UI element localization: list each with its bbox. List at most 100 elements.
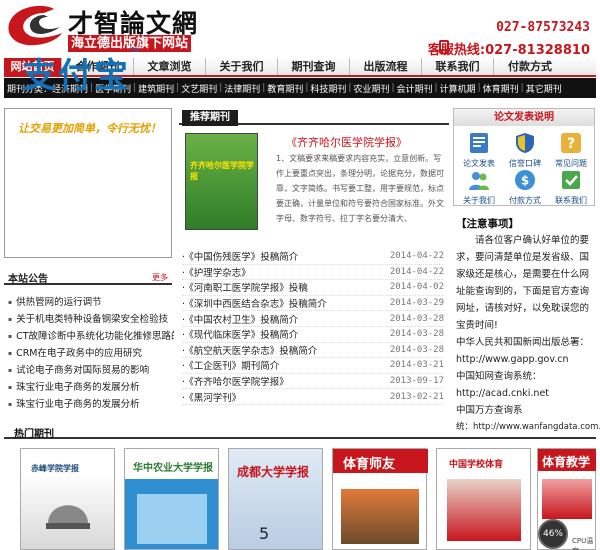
guide-item[interactable]: 信誉口碑 [505, 131, 545, 169]
notice-line: 中国知网查询系统： [456, 371, 542, 382]
cpu-label: CPU温度 [572, 537, 594, 550]
notice-text: 请各位客户确认好单位的要求，要问清楚单位是发省级、国家级还是核心，是需要在什么网… [456, 232, 600, 436]
journal-cover-title: 体育教学 [542, 455, 591, 469]
article-row[interactable]: 《中国伤残医学》投稿简介 2014-04-22 [182, 249, 444, 265]
article-title[interactable]: 《河南职工医学院学报》投稿 [182, 280, 308, 294]
site-logo-icon[interactable] [4, 3, 66, 49]
article-title[interactable]: 《航空航天医学杂志》投稿简介 [182, 343, 317, 357]
announcement-item[interactable]: CRM在电子政务中的应用研究 [8, 345, 174, 362]
article-date: 2013-09-17 [389, 376, 444, 387]
cpu-temperature-badge[interactable]: 46% [538, 519, 568, 549]
announcement-item[interactable]: 试论电子商务对国际贸易的影响 [8, 362, 174, 379]
article-title[interactable]: 《工企医刊》期刊简介 [182, 358, 279, 372]
journal-cover[interactable]: 中国学校体育 [436, 448, 531, 550]
announcement-item[interactable]: 珠宝行业电子商务的发展分析 [8, 396, 174, 413]
article-title[interactable]: 《中国伤残医学》投稿简介 [182, 249, 298, 263]
nav-journal-search[interactable]: 期刊查询 [278, 58, 350, 75]
category-item[interactable]: 计算机期 [440, 82, 476, 95]
article-title[interactable]: 《护理学杂志》 [182, 265, 251, 279]
phone-number: 027-87573243 [496, 20, 590, 35]
guide-item[interactable]: 论文发表 [459, 131, 499, 169]
nav-about[interactable]: 关于我们 [206, 58, 278, 75]
article-date: 2014-04-02 [389, 282, 444, 293]
journal-cover[interactable]: 赤峰学院学报 [20, 448, 115, 550]
guide-item[interactable]: 关于我们 [459, 168, 499, 206]
article-date: 2013-02-21 [389, 391, 444, 402]
article-title[interactable]: 《齐齐哈尔医学院学报》 [182, 374, 289, 388]
article-date: 2014-04-22 [389, 251, 444, 262]
article-row[interactable]: 《黑河学刊》 2013-02-21 [182, 389, 444, 405]
article-row[interactable]: 《航空航天医学杂志》投稿简介 2014-03-28 [182, 343, 444, 359]
journal-cover-title: 赤峰学院学报 [31, 464, 79, 473]
hot-title: 热门期刊 [14, 429, 54, 440]
alipay-slogan: 让交易更加简单，令行无忧！ [18, 122, 161, 135]
article-date: 2014-03-28 [389, 313, 444, 324]
question-icon: ? [561, 133, 581, 153]
article-title[interactable]: 《现代临床医学》投稿简介 [182, 327, 298, 341]
category-item[interactable]: 文艺期刊 [181, 82, 217, 95]
article-title[interactable]: 《深圳中西医结合杂志》投稿简介 [182, 296, 327, 310]
article-row[interactable]: 《护理学杂志》 2014-04-22 [182, 265, 444, 281]
guide-label: 付款方式 [509, 196, 541, 205]
article-row[interactable]: 《深圳中西医结合杂志》投稿简介 2014-03-29 [182, 296, 444, 312]
article-date: 2014-03-21 [389, 360, 444, 371]
document-icon [470, 133, 488, 153]
article-row[interactable]: 《河南职工医学院学报》投稿 2014-04-02 [182, 280, 444, 296]
category-item[interactable]: 会计期刊 [397, 82, 433, 95]
journal-cover[interactable]: 华中农业大学学报 [124, 448, 219, 550]
category-item[interactable]: 建筑期刊 [138, 82, 174, 95]
journal-cover-title: 中国学校体育 [449, 460, 504, 470]
article-row[interactable]: 《中国农村卫生》投稿简介 2014-03-28 [182, 311, 444, 327]
guide-item[interactable]: 联系我们 [551, 168, 591, 206]
category-item[interactable]: 体育期刊 [483, 82, 519, 95]
hot-header [4, 425, 596, 439]
article-row[interactable]: 《工企医刊》期刊简介 2014-03-21 [182, 358, 444, 374]
guide-title: 论文发表说明 [454, 109, 594, 126]
journal-cover[interactable]: 成都大学学报 5 [228, 448, 323, 550]
notice-link[interactable]: http://acad.cnki.net [456, 385, 592, 402]
nav-payment[interactable]: 付款方式 [494, 58, 566, 75]
announcement-more-link[interactable]: 更多 [152, 272, 168, 283]
coin-icon: $ [515, 170, 535, 190]
category-item[interactable]: 科技期刊 [310, 82, 346, 95]
nav-publish-process[interactable]: 出版流程 [350, 58, 422, 75]
guide-label: 联系我们 [555, 196, 587, 205]
announcement-item[interactable]: 珠宝行业电子商务的发展分析 [8, 379, 174, 396]
announcement-list: 供热管网的运行调节 关于机电类特种设备钢梁安全检验技 CT故障诊断中系统化功能化… [8, 294, 174, 413]
contact-icon [562, 171, 580, 189]
svg-text:?: ? [567, 136, 575, 152]
notice-title: 【注意事项】 [456, 218, 519, 230]
helmet-icon [46, 505, 90, 529]
article-title[interactable]: 《中国农村卫生》投稿简介 [182, 312, 298, 326]
category-item[interactable]: 其它期刊 [526, 82, 562, 95]
alipay-logo: 支付宝 [22, 56, 130, 96]
nav-articles[interactable]: 文章浏览 [134, 58, 206, 75]
notice-line: 中国万方查询系 [456, 405, 523, 416]
guide-item[interactable]: ? 常见问题 [551, 131, 591, 169]
announcement-item[interactable]: 关于机电类特种设备钢梁安全检验技 [8, 311, 174, 328]
trademark: TM [130, 47, 139, 54]
announcement-item[interactable]: CT故障诊断中系统化功能化推修思路的 [8, 328, 174, 345]
article-date: 2014-03-28 [389, 329, 444, 340]
journal-cover[interactable]: 体育师友 [332, 448, 428, 550]
cover-image [341, 489, 419, 544]
announcement-item[interactable]: 供热管网的运行调节 [8, 294, 174, 311]
guide-label: 关于我们 [463, 196, 495, 205]
article-list: 《中国伤残医学》投稿简介 2014-04-22 《护理学杂志》 2014-04-22… [182, 249, 444, 405]
nav-contact[interactable]: 联系我们 [422, 58, 494, 75]
cover-issue-number: 5 [259, 524, 270, 543]
article-title[interactable]: 《黑河学刊》 [182, 390, 241, 404]
guide-item[interactable]: $ 付款方式 [505, 168, 545, 206]
category-item[interactable]: 法律期刊 [224, 82, 260, 95]
recommend-journal-name[interactable]: 《齐齐哈尔医学院学报》 [286, 134, 407, 150]
recommend-cover-title: 齐齐哈尔医学院学报 [190, 161, 254, 181]
category-item[interactable]: 教育期刊 [267, 82, 303, 95]
notice-link[interactable]: http://www.gapp.gov.cn [456, 351, 592, 368]
article-row[interactable]: 《现代临床医学》投稿简介 2014-03-28 [182, 327, 444, 343]
category-item[interactable]: 农业期刊 [353, 82, 389, 95]
article-date: 2014-04-22 [389, 266, 444, 277]
journal-cover-title: 成都大学学报 [237, 465, 310, 479]
shield-icon [516, 133, 534, 153]
cover-image [137, 494, 207, 544]
article-row[interactable]: 《齐齐哈尔医学院学报》 2013-09-17 [182, 374, 444, 390]
